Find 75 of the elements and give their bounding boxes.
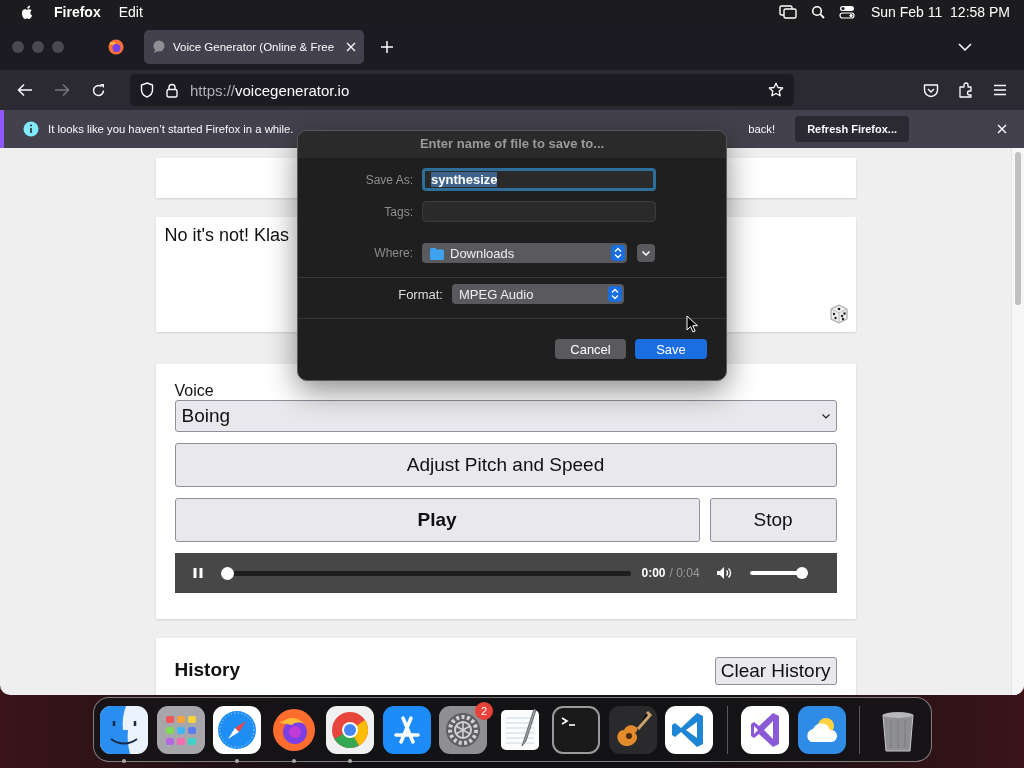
field-label: Tags: — [383, 204, 413, 219]
gear-icon[interactable] — [439, 705, 487, 754]
lock-icon — [166, 82, 178, 98]
play-button[interactable]: Play — [174, 498, 700, 542]
volume-thumb[interactable] — [795, 567, 808, 579]
stop-button[interactable]: Stop — [709, 498, 837, 542]
info-icon — [23, 121, 39, 137]
mouse-pointer-icon — [686, 315, 698, 333]
pencil-ruler-icon[interactable] — [382, 705, 431, 754]
tags-field[interactable] — [422, 201, 656, 222]
dice-icon[interactable] — [828, 304, 849, 324]
cancel-button[interactable]: Cancel — [555, 339, 626, 359]
field-label: Where: — [373, 246, 413, 260]
browser-tab[interactable]: Voice Generator (Online & Free — [144, 30, 364, 64]
ring-logo-icon[interactable] — [326, 705, 374, 754]
duration: / 0:04 — [669, 566, 700, 580]
scrollbar[interactable] — [1011, 148, 1024, 695]
dialog-title: Enter name of file to save to... — [298, 131, 726, 158]
shield-icon[interactable] — [140, 82, 154, 98]
app-grid-icon[interactable] — [156, 705, 205, 754]
clear-history-button[interactable]: Clear History — [714, 657, 837, 685]
browser-logo-icon[interactable] — [108, 39, 124, 55]
apple-icon[interactable] — [20, 4, 34, 20]
notification-message: It looks like you haven’t started Firefox in a while. — [48, 123, 294, 135]
field-label: Voice — [174, 382, 215, 400]
notification-badge: 2 — [475, 701, 493, 720]
address-bar[interactable]: https://voicegenerator.io — [130, 74, 794, 106]
field-label: Save As: — [364, 172, 413, 187]
screen-mirroring-icon[interactable] — [778, 5, 797, 19]
cloud-sun-icon[interactable] — [797, 705, 846, 754]
stepper-icon — [611, 245, 625, 261]
close-icon[interactable] — [997, 124, 1007, 134]
seek-thumb[interactable] — [220, 566, 234, 580]
filename-field[interactable]: synthesize — [422, 168, 656, 191]
stepper-icon — [608, 286, 622, 302]
chevron-down-icon[interactable] — [958, 43, 972, 51]
clock: Sun Feb 11 12:58 PM — [870, 4, 1010, 20]
back-icon[interactable] — [17, 83, 33, 97]
section-heading: History — [174, 659, 240, 681]
infinity-ribbon-icon[interactable] — [741, 705, 789, 754]
adjust-button[interactable]: Adjust Pitch and Speed — [174, 443, 837, 487]
expand-icon[interactable] — [637, 244, 655, 262]
speech-bubble-icon — [152, 40, 166, 54]
pause-icon[interactable] — [191, 567, 204, 579]
chevron-down-icon — [821, 413, 830, 419]
text-area-text: No it's not! Klas — [164, 225, 289, 247]
new-tab-icon[interactable] — [380, 40, 394, 54]
control-center-icon[interactable] — [838, 5, 855, 19]
scrollbar-thumb[interactable] — [1015, 152, 1021, 305]
menu-item[interactable]: Edit — [118, 4, 143, 20]
menu-icon[interactable] — [993, 84, 1007, 96]
search-icon[interactable] — [810, 5, 825, 19]
save-button[interactable]: Save — [635, 339, 707, 359]
star-icon[interactable] — [768, 82, 784, 98]
voice-select[interactable]: Boing — [174, 400, 837, 432]
close-icon[interactable] — [346, 42, 356, 52]
terminal-icon[interactable] — [552, 705, 600, 754]
compass-icon[interactable] — [213, 705, 261, 754]
puzzle-piece-icon[interactable] — [958, 82, 974, 98]
format-popup[interactable]: MPEG Audio — [452, 284, 624, 304]
pocket-icon[interactable] — [923, 82, 939, 98]
notification-message: back! — [748, 123, 776, 135]
speaker-icon[interactable] — [715, 566, 732, 580]
face-app-icon[interactable] — [100, 705, 148, 754]
url-text: https://voicegenerator.io — [190, 81, 350, 99]
field-label: Format: — [397, 286, 443, 302]
refresh-button[interactable]: Refresh Firefox... — [795, 116, 909, 142]
guitar-icon[interactable] — [608, 705, 657, 754]
folder-icon — [429, 246, 445, 260]
current-time: 0:00 — [641, 566, 666, 580]
menu-item[interactable]: Firefox — [54, 4, 101, 20]
code-ribbon-icon[interactable] — [665, 705, 713, 754]
location-popup[interactable]: Downloads — [422, 243, 627, 263]
reload-icon[interactable] — [91, 82, 106, 98]
tab-title: Voice Generator (Online & Free — [173, 41, 336, 53]
